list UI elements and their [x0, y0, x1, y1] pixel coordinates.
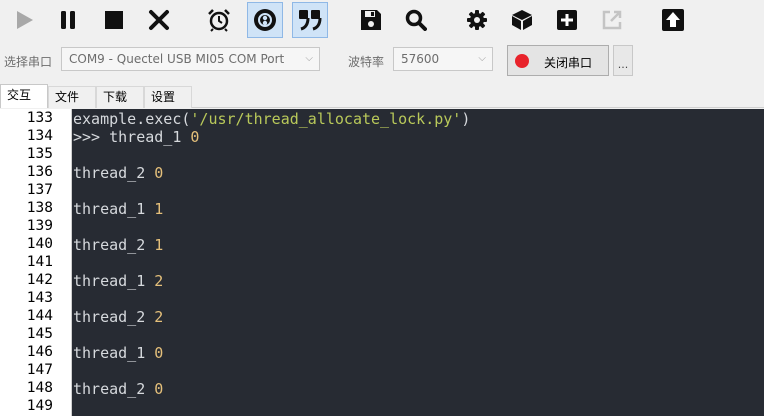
terminal-text: 0 — [190, 128, 200, 146]
search-button[interactable] — [398, 2, 434, 38]
tab-download[interactable]: 下载 — [96, 86, 144, 108]
terminal-text: 0 — [154, 380, 164, 398]
close-serial-button[interactable]: 关闭串口 — [507, 45, 609, 76]
terminal-line: thread_2 2 — [73, 308, 163, 326]
connection-icon — [254, 9, 276, 31]
terminal-text: 1 — [154, 236, 164, 254]
save-icon — [361, 10, 381, 30]
line-number: 145 — [26, 326, 53, 342]
line-number: 138 — [26, 200, 53, 216]
close-serial-label: 关闭串口 — [544, 56, 593, 70]
terminal-text: >>> thread_1 — [73, 128, 191, 146]
terminal-line: thread_2 0 — [73, 380, 163, 398]
line-number: 135 — [26, 146, 53, 162]
line-number: 149 — [26, 398, 53, 414]
line-number: 136 — [26, 164, 53, 180]
terminal-text: 0 — [154, 344, 164, 362]
terminal-line: example.exec('/usr/thread_allocate_lock.… — [73, 110, 470, 128]
baud-value: 57600 — [401, 52, 440, 66]
tab-files[interactable]: 文件 — [48, 86, 96, 108]
terminal-text: 1 — [154, 200, 164, 218]
terminal-text: ) — [461, 110, 471, 128]
line-number: 133 — [26, 110, 53, 126]
terminal-text: 2 — [154, 272, 164, 290]
play-icon — [17, 11, 33, 29]
record-dot-icon — [515, 54, 529, 68]
quote-button[interactable] — [292, 2, 328, 38]
quote-icon — [299, 10, 322, 31]
search-icon — [405, 9, 427, 31]
line-number: 141 — [26, 254, 53, 270]
line-number: 144 — [26, 308, 53, 324]
close-button[interactable] — [141, 2, 177, 38]
line-number: 137 — [26, 182, 53, 198]
package-button[interactable] — [504, 2, 540, 38]
upload-button[interactable] — [655, 2, 691, 38]
tab-interact[interactable]: 交互 — [0, 84, 48, 108]
terminal-text: 0 — [154, 164, 164, 182]
connection-settings: 选择串口 COM9 - Quectel USB MI05 COM Port ⌵ … — [0, 42, 764, 80]
external-link-icon — [602, 10, 622, 30]
line-number: 134 — [26, 128, 53, 144]
line-number-gutter: 133 134 135 136 137 138 139 140 141 142 143 144 145 1… — [0, 109, 72, 416]
line-number: 146 — [26, 344, 53, 360]
terminal-text: '/usr/thread_allocate_lock.py' — [190, 110, 462, 128]
line-number: 148 — [26, 380, 53, 396]
baud-label: 波特率 — [348, 55, 385, 69]
terminal-text: thread_2 — [73, 380, 155, 398]
chevron-down-icon: ⌵ — [478, 53, 486, 64]
export-button[interactable] — [594, 2, 630, 38]
repl-terminal[interactable]: example.exec('/usr/thread_allocate_lock.… — [72, 109, 764, 416]
close-icon — [149, 10, 169, 30]
terminal-text: example.exec( — [73, 110, 191, 128]
settings-button[interactable] — [459, 2, 495, 38]
baud-select[interactable]: 57600 ⌵ — [393, 47, 493, 71]
terminal-line: >>> thread_1 0 — [73, 128, 199, 146]
pause-icon — [61, 11, 75, 29]
terminal-text: 2 — [154, 308, 164, 326]
gear-icon — [467, 10, 487, 30]
line-number: 140 — [26, 236, 53, 252]
port-value: COM9 - Quectel USB MI05 COM Port — [69, 52, 285, 66]
terminal-text: thread_1 — [73, 344, 155, 362]
save-button[interactable] — [353, 2, 389, 38]
alarm-button[interactable] — [201, 2, 237, 38]
terminal-line: thread_1 0 — [73, 344, 163, 362]
port-label: 选择串口 — [4, 55, 53, 69]
run-button[interactable] — [6, 2, 42, 38]
terminal-line: thread_1 1 — [73, 200, 163, 218]
plus-icon — [557, 10, 577, 30]
pause-button[interactable] — [50, 2, 86, 38]
alarm-clock-icon — [208, 9, 230, 32]
add-button[interactable] — [549, 2, 585, 38]
more-options-button[interactable]: ... — [613, 45, 633, 76]
line-number: 147 — [26, 362, 53, 378]
tab-bar: 交互 文件 下载 设置 — [0, 84, 764, 108]
terminal-line: thread_1 2 — [73, 272, 163, 290]
line-number: 139 — [26, 218, 53, 234]
terminal-line: thread_2 0 — [73, 164, 163, 182]
chevron-down-icon: ⌵ — [305, 53, 313, 64]
line-number: 143 — [26, 290, 53, 306]
cube-icon — [512, 10, 532, 30]
terminal-text: thread_2 — [73, 236, 155, 254]
line-number: 142 — [26, 272, 53, 288]
terminal-text: thread_2 — [73, 308, 155, 326]
stop-icon — [105, 11, 123, 29]
connect-button[interactable] — [247, 2, 283, 38]
toolbar — [0, 0, 764, 42]
terminal-text: thread_2 — [73, 164, 155, 182]
stop-button[interactable] — [96, 2, 132, 38]
tab-settings[interactable]: 设置 — [144, 86, 192, 108]
terminal-line: thread_2 1 — [73, 236, 163, 254]
terminal-text: thread_1 — [73, 272, 155, 290]
terminal-text: thread_1 — [73, 200, 155, 218]
port-select[interactable]: COM9 - Quectel USB MI05 COM Port ⌵ — [61, 47, 320, 71]
upload-arrow-icon — [662, 9, 684, 31]
